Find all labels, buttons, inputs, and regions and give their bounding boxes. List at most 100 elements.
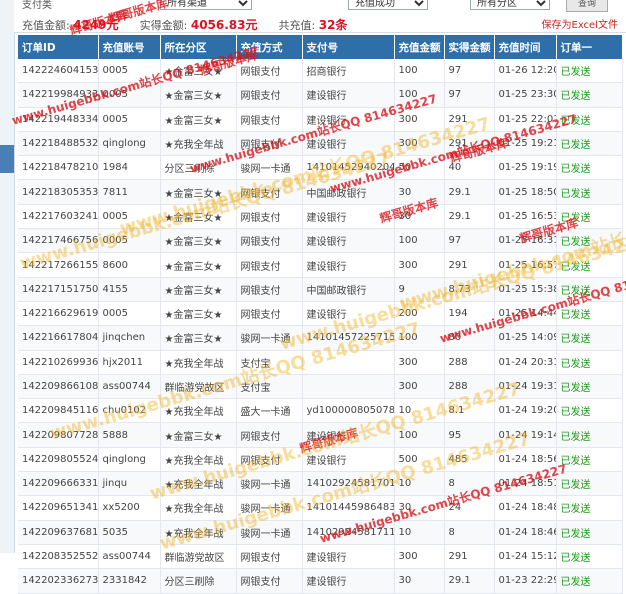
cell-status: 已发送 [556,228,623,254]
table-row[interactable]: 1422096513416 xx5200 ★充我全年战 骏网一卡通 1410144598… [18,495,623,521]
table-row[interactable]: 1422184782105 1984 分区三刷除 骏网一卡通 1410145294020… [18,155,623,181]
table-row[interactable]: 1422174667564 0005 ★金富三女★ 网银支付 建设银行 100 97 01-2… [18,228,623,254]
status-select[interactable]: 充值成功 [348,0,428,10]
cell-order-id: 1422083525524 [18,544,99,570]
cell-amount: 30 [394,179,445,205]
column-header-order-id: 订单ID [18,35,99,59]
table-row[interactable]: 1422166296196 0005 ★金富三女★ 网银支付 建设银行 200 194 01-… [18,301,623,327]
cell-method: 网银支付 [236,107,303,132]
query-button[interactable]: 查询 [566,0,608,12]
table-row[interactable]: 1422098077288 5888 ★金富三女★ 网银支付 建设银行 100 95 01-2… [18,422,623,448]
cell-account: 2331842 [98,568,161,594]
filter-bar: 支付类 所有渠道 充值成功 所有分区 查询 充值金额: 4249元 实得金额: … [14,0,626,33]
cell-method: 网银支付 [236,131,303,157]
cell-actual: 194 [444,301,495,327]
cell-region: 分区三刷除 [160,155,237,181]
cell-method: 骏网一卡通 [236,155,303,181]
cell-status: 已发送 [556,495,623,521]
cell-account: 0005 [98,204,161,230]
table-row[interactable]: 1422172661554 8600 ★金富三女★ 网银支付 建设银行 300 291 01-… [18,252,623,278]
cell-region: ★充我全年战 [160,131,237,157]
cell-account: xx5200 [98,495,161,521]
cell-time: 01-25 19:19 [494,155,557,181]
cell-amount: 300 [394,131,445,157]
cell-time: 01-25 19:21 [494,131,557,157]
cell-region: ★充我全年战 [160,447,237,473]
cell-actual: 8.73 [444,277,495,302]
cell-status: 已发送 [556,471,623,497]
cell-order-id: 1422096513416 [18,495,99,521]
cell-order-id: 1422166296196 [18,301,99,327]
cell-amount: 10 [394,520,445,545]
recharge-label: 充值金额: [22,19,70,32]
nav-active-marker[interactable] [0,145,14,173]
table-row[interactable]: 1422102699367 hjx2011 ★充我全年战 支付宝 300 288 01-24… [18,350,623,375]
channel-select[interactable]: 所有渠道 [160,0,252,10]
cell-method: 网银支付 [236,179,303,205]
column-header-method: 充值方式 [236,35,303,59]
cell-method: 网银支付 [236,82,303,108]
table-row[interactable]: 1422096663316 jinqu ★充我全年战 骏网一卡通 14102924581… [18,471,623,497]
table-row[interactable]: 1422083525524 ass00744 群临游党故区 网银支付 建设银行 300 29… [18,544,623,570]
cell-region: ★金富三女★ [160,422,237,448]
type-label: 支付类 [22,0,52,11]
cell-account: qinglong [98,131,161,157]
cell-order-id: 1422246041539 [18,59,99,84]
cell-time: 01-24 18:46 [494,520,557,545]
cell-payment-no: 建设银行 [302,82,395,108]
table-row[interactable]: 1422184885326 qinglong ★充我全年战 网银支付 建设银行 300 29… [18,131,623,157]
cell-time: 01-25 14:44 [494,301,557,327]
cell-time: 01-24 15:12 [494,544,557,570]
cell-actual: 485 [444,447,495,473]
cell-region: ★充我全年战 [160,520,237,545]
table-row[interactable]: 1422176032413 0005 ★金富三女★ 网银支付 建设银行 30 29.1 01-… [18,204,623,230]
table-row[interactable]: 1422166178041 jinqchen ★金富三女★ 骏网一卡通 14101457… [18,325,623,351]
cell-order-id: 1422199849338 [18,82,99,108]
cell-amount: 30 [394,495,445,521]
cell-account: 5888 [98,422,161,448]
cell-actual: 291 [444,252,495,278]
cell-order-id: 1422102699367 [18,350,99,375]
cell-payment-no: 中国邮政银行 [302,277,395,302]
table-row[interactable]: 1422098661088 ass00744 群临游党故区 支付宝 300 288 01-2… [18,374,623,400]
cell-payment-no: 建设银行 [302,131,395,157]
cell-status: 已发送 [556,252,623,278]
cell-account: 7811 [98,179,161,205]
cell-amount: 100 [394,325,445,351]
cell-time: 01-24 19:14 [494,422,557,448]
table-row[interactable]: 1422098451166 chu0102 ★充我全年战 盛大一卡通 yd1000008… [18,398,623,424]
cell-method: 网银支付 [236,422,303,448]
cell-order-id: 1422174667564 [18,228,99,254]
cell-amount: 300 [394,374,445,400]
cell-account: jinqu [98,471,161,497]
cell-payment-no: 1410292458171192 [302,520,395,545]
table-row[interactable]: 1422171517505 4155 ★金富三女★ 网银支付 中国邮政银行 9 8.73 01… [18,277,623,302]
table-row[interactable]: 1422096376812 5035 ★充我全年战 骏网一卡通 141029245817… [18,520,623,545]
record-count: 32条 [318,18,348,32]
table-row[interactable]: 1422023362735 2331842 分区三刷除 网银支付 建设银行 30 29.1 0… [18,568,623,594]
table-row[interactable]: 1422199849338 0005 ★金富三女★ 网银支付 建设银行 100 97 01-2… [18,82,623,108]
cell-account: 4155 [98,277,161,302]
cell-payment-no: 建设银行 [302,422,395,448]
cell-method: 骏网一卡通 [236,520,303,545]
column-header-amount: 充值金额 [394,35,445,59]
cell-account: 0005 [98,107,161,132]
region-select[interactable]: 所有分区 [470,0,550,10]
export-excel-link[interactable]: 保存为Excel文件 [542,16,619,31]
table-row[interactable]: 1422246041539 0005 ★金富三女★ 网银支付 招商银行 100 97 01-2… [18,59,623,84]
cell-region: ★充我全年战 [160,471,237,497]
table-row[interactable]: 1422098055246 qinglong ★充我全年战 网银支付 建设银行 500 48… [18,447,623,473]
cell-region: ★金富三女★ [160,107,237,132]
cell-region: ★充我全年战 [160,495,237,521]
cell-account: ass00744 [98,544,161,570]
table-row[interactable]: 1422183053535 7811 ★金富三女★ 网银支付 中国邮政银行 30 29.1 0… [18,179,623,205]
cell-method: 网银支付 [236,59,303,84]
table-row[interactable]: 1422194483349 0005 ★金富三女★ 网银支付 建设银行 300 291 01-… [18,107,623,132]
cell-actual: 8 [444,520,495,545]
cell-time: 01-25 22:01 [494,107,557,132]
cell-actual: 29.1 [444,204,495,230]
summary-stats: 充值金额: 4249元 实得金额: 4056.83元 共充值: 32条 [22,16,347,33]
cell-payment-no: 建设银行 [302,204,395,230]
actual-label: 实得金额: [139,19,188,32]
cell-payment-no: 1410145722571502 [302,325,395,351]
